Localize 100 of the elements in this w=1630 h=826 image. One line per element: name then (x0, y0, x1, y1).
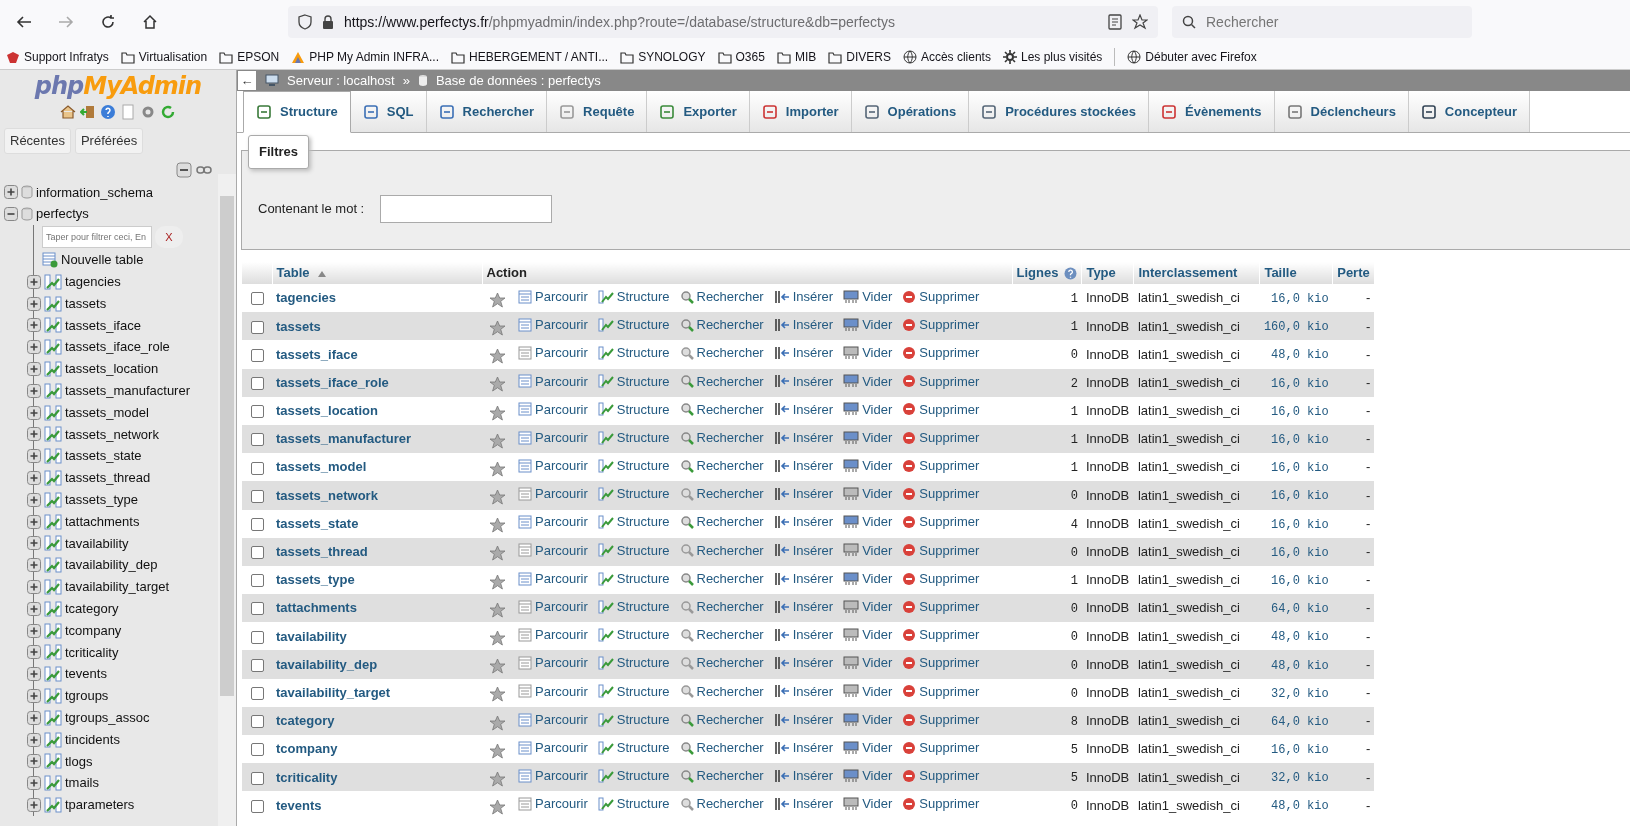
expand-icon[interactable] (27, 536, 41, 551)
star-icon[interactable] (489, 799, 506, 817)
action-link[interactable]: Insérer (773, 766, 834, 786)
action-link[interactable]: Supprimer (902, 709, 980, 730)
checkbox[interactable] (250, 743, 264, 757)
action-link[interactable]: Supprimer (902, 315, 980, 335)
action-link[interactable]: Rechercher (679, 427, 764, 448)
sidebar-button[interactable]: Préférées (74, 128, 144, 154)
star-icon[interactable] (489, 545, 506, 563)
breadcrumb-link[interactable]: Serveur : localhost (287, 70, 395, 91)
size-link[interactable]: 16,0 kio (1271, 517, 1329, 532)
action-link[interactable]: Structure (597, 371, 670, 392)
star-icon[interactable] (489, 291, 506, 309)
table-link[interactable]: tcompany (276, 741, 338, 757)
star-icon[interactable] (489, 517, 506, 535)
action-link[interactable]: Structure (597, 456, 670, 476)
action-link[interactable]: Insérer (773, 371, 834, 392)
checkbox[interactable] (250, 715, 264, 729)
size-link[interactable]: 16,0 kio (1271, 404, 1329, 419)
table-link[interactable]: tmails (65, 773, 99, 793)
size-link[interactable]: 48,0 kio (1271, 348, 1329, 363)
action-link[interactable]: Parcourir (518, 540, 588, 561)
tab[interactable]: Évènements (1149, 91, 1275, 132)
action-link[interactable]: Structure (597, 794, 670, 814)
action-link[interactable]: Vider (843, 766, 893, 786)
action-link[interactable]: Vider (843, 512, 893, 532)
action-link[interactable]: Structure (597, 737, 670, 758)
table-link[interactable]: tevents (65, 664, 107, 684)
table-link[interactable]: tavailability_dep (65, 555, 158, 575)
checkbox[interactable] (250, 405, 264, 419)
size-link[interactable]: 32,0 kio (1271, 686, 1329, 701)
action-link[interactable]: Vider (843, 597, 893, 617)
action-link[interactable]: Insérer (773, 427, 834, 448)
action-link[interactable]: Supprimer (902, 540, 980, 561)
action-link[interactable]: Structure (597, 653, 670, 673)
star-icon[interactable] (489, 714, 506, 732)
checkbox[interactable] (250, 517, 264, 531)
expand-icon[interactable] (27, 688, 41, 703)
table-link[interactable]: tassets_state (65, 446, 142, 466)
bookmark[interactable]: Débuter avec Firefox (1127, 47, 1257, 66)
action-link[interactable]: Rechercher (679, 568, 764, 589)
action-link[interactable]: Vider (843, 568, 893, 589)
expand-icon[interactable] (27, 558, 41, 573)
action-link[interactable]: Insérer (773, 456, 834, 476)
table-link[interactable]: tgroups (65, 686, 109, 706)
action-link[interactable]: Rechercher (679, 512, 764, 532)
star-icon[interactable] (489, 601, 506, 619)
bookmark[interactable]: SYNOLOGY (620, 47, 706, 66)
action-link[interactable]: Structure (597, 427, 670, 448)
action-link[interactable]: Supprimer (902, 568, 980, 589)
table-link[interactable]: tagencies (276, 290, 336, 306)
action-link[interactable]: Insérer (773, 286, 834, 307)
table-link[interactable]: tassets_thread (65, 468, 151, 488)
search-bar[interactable]: Rechercher (1172, 6, 1472, 38)
action-link[interactable]: Structure (597, 709, 670, 730)
tab[interactable]: Déclencheurs (1274, 91, 1409, 132)
expand-icon[interactable] (27, 449, 41, 464)
star-icon[interactable] (489, 573, 506, 591)
star-icon[interactable] (489, 460, 506, 478)
action-link[interactable]: Parcourir (518, 681, 588, 702)
action-link[interactable]: Vider (843, 653, 893, 673)
action-link[interactable]: Structure (597, 512, 670, 532)
table-link[interactable]: tassets_model (276, 459, 367, 475)
table-link[interactable]: tagencies (65, 272, 121, 292)
action-link[interactable]: Vider (843, 709, 893, 730)
action-link[interactable]: Supprimer (902, 625, 980, 645)
action-link[interactable]: Insérer (773, 540, 834, 561)
collapse-icon[interactable] (176, 161, 192, 178)
table-link[interactable]: tassets_iface (276, 346, 358, 362)
tab[interactable]: Concepteur (1408, 91, 1531, 132)
checkbox[interactable] (250, 658, 264, 672)
expand-icon[interactable] (4, 185, 18, 200)
expand-icon[interactable] (27, 405, 41, 420)
action-link[interactable]: Rechercher (679, 597, 764, 617)
expand-icon[interactable] (27, 492, 41, 507)
action-link[interactable]: Vider (843, 484, 893, 504)
action-link[interactable]: Parcourir (518, 427, 588, 448)
action-link[interactable]: Structure (597, 343, 670, 363)
checkbox[interactable] (250, 489, 264, 503)
help-icon[interactable] (100, 104, 116, 120)
table-link[interactable]: tavailability_target (65, 577, 170, 597)
action-link[interactable]: Parcourir (518, 653, 588, 673)
input-field[interactable] (380, 195, 553, 223)
expand-icon[interactable] (27, 470, 41, 485)
table-link[interactable]: tcompany (65, 620, 122, 641)
expand-icon[interactable] (27, 776, 41, 791)
action-link[interactable]: Rechercher (679, 371, 764, 392)
action-link[interactable]: Rechercher (679, 484, 764, 504)
table-link[interactable]: tassets_iface_role (65, 337, 170, 357)
checkbox[interactable] (250, 433, 264, 447)
action-link[interactable]: Parcourir (518, 737, 588, 758)
checkbox[interactable] (250, 771, 264, 785)
expand-icon[interactable] (27, 601, 41, 616)
sidebar-button[interactable]: Récentes (4, 128, 71, 154)
expand-icon[interactable] (27, 340, 41, 355)
star-icon[interactable] (489, 348, 506, 366)
action-link[interactable]: Parcourir (518, 399, 588, 420)
expand-icon[interactable] (27, 383, 41, 398)
search-field[interactable]: Rechercher (1204, 10, 1404, 34)
table-link[interactable]: tassets_iface (65, 315, 141, 336)
